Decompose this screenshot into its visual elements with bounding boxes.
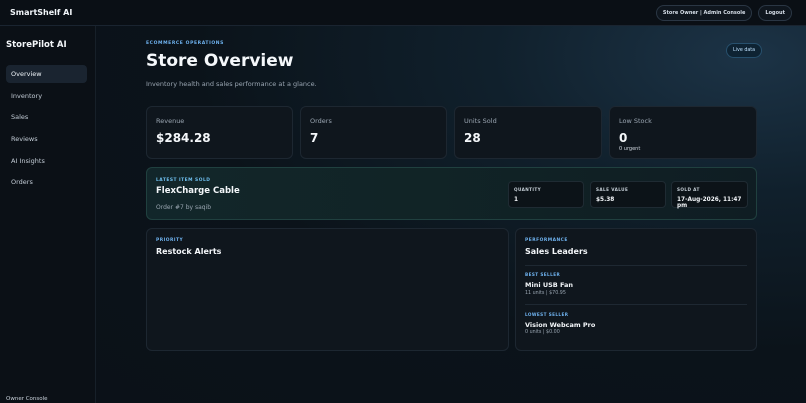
- sidebar-item-inventory[interactable]: Inventory: [6, 87, 87, 105]
- stat-card-units-sold: Units Sold 28: [454, 106, 602, 159]
- stat-value: $284.28: [156, 131, 211, 145]
- main-content: ECOMMERCE OPERATIONS Store Overview Inve…: [96, 26, 806, 403]
- stat-value: 28: [464, 131, 481, 145]
- stat-card-orders: Orders 7: [300, 106, 447, 159]
- live-data-badge: Live data: [726, 43, 763, 58]
- detail-value: 1: [514, 197, 519, 203]
- restock-eyebrow: PRIORITY: [156, 238, 184, 243]
- sidebar-item-reviews[interactable]: Reviews: [6, 130, 87, 148]
- stat-note: 0 urgent: [619, 146, 641, 152]
- role-badge-button[interactable]: Store Owner | Admin Console: [655, 4, 753, 21]
- best-seller-meta: 11 units | $70.95: [525, 291, 566, 296]
- sidebar-item-orders[interactable]: Orders: [6, 173, 87, 191]
- restock-alerts-panel: PRIORITY Restock Alerts: [146, 228, 509, 351]
- detail-label: SALE VALUE: [596, 187, 629, 192]
- latest-item-order-info: Order #7 by saqib: [156, 204, 212, 211]
- detail-value: $5.38: [596, 197, 615, 203]
- restock-title: Restock Alerts: [156, 247, 222, 256]
- divider: [525, 265, 747, 266]
- topbar-actions: Store Owner | Admin Console Logout: [655, 4, 792, 21]
- stat-label: Low Stock: [619, 117, 652, 125]
- stat-value: 0: [619, 131, 628, 145]
- stat-label: Orders: [310, 117, 332, 125]
- lowest-seller-name: Vision Webcam Pro: [525, 321, 596, 329]
- latest-item-card: LATEST ITEM SOLD FlexCharge Cable Order …: [146, 167, 757, 220]
- logout-button[interactable]: Logout: [758, 4, 792, 21]
- sold-at-detail: SOLD AT 17-Aug-2026, 11:47 pm: [671, 181, 748, 209]
- brand-logo-text: SmartShelf AI: [10, 8, 73, 17]
- best-seller-eyebrow: BEST SELLER: [525, 272, 561, 277]
- best-seller-name: Mini USB Fan: [525, 281, 574, 289]
- detail-label: SOLD AT: [677, 187, 700, 192]
- page-subtitle: Inventory health and sales performance a…: [146, 80, 317, 88]
- stat-label: Units Sold: [464, 117, 497, 125]
- leaders-eyebrow: PERFORMANCE: [525, 238, 568, 243]
- stat-label: Revenue: [156, 117, 185, 125]
- sidebar: StorePilot AI Overview Inventory Sales R…: [0, 26, 96, 403]
- latest-item-eyebrow: LATEST ITEM SOLD: [156, 178, 211, 183]
- page-title: Store Overview: [146, 51, 294, 71]
- sale-value-detail: SALE VALUE $5.38: [590, 181, 666, 208]
- sidebar-item-overview[interactable]: Overview: [6, 65, 87, 83]
- sidebar-footer: Owner Console: [6, 396, 48, 402]
- top-bar: SmartShelf AI Store Owner | Admin Consol…: [0, 0, 806, 26]
- latest-item-name: FlexCharge Cable: [156, 186, 240, 196]
- lowest-seller-eyebrow: LOWEST SELLER: [525, 312, 569, 317]
- detail-value: 17-Aug-2026, 11:47 pm: [677, 197, 742, 209]
- detail-label: QUANTITY: [514, 187, 542, 192]
- quantity-detail: QUANTITY 1: [508, 181, 584, 208]
- page-eyebrow: ECOMMERCE OPERATIONS: [146, 41, 225, 46]
- sidebar-item-sales[interactable]: Sales: [6, 108, 87, 126]
- lowest-seller-meta: 0 units | $0.00: [525, 330, 560, 335]
- sidebar-item-ai-insights[interactable]: AI Insights: [6, 152, 87, 170]
- sidebar-title: StorePilot AI: [6, 40, 67, 50]
- divider: [525, 304, 747, 305]
- sidebar-nav: Overview Inventory Sales Reviews AI Insi…: [6, 65, 87, 195]
- stat-card-revenue: Revenue $284.28: [146, 106, 293, 159]
- leaders-title: Sales Leaders: [525, 247, 588, 256]
- stat-card-low-stock: Low Stock 0 0 urgent: [609, 106, 757, 159]
- sales-leaders-panel: PERFORMANCE Sales Leaders BEST SELLER Mi…: [515, 228, 757, 351]
- stat-value: 7: [310, 131, 319, 145]
